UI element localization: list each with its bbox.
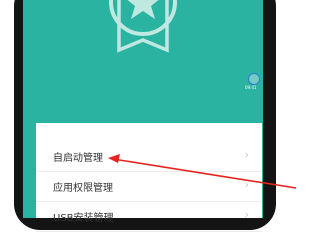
star-medal-icon: [109, 0, 177, 53]
menu-item-autostart[interactable]: 自启动管理 ›: [36, 141, 262, 172]
chevron-right-icon: ›: [244, 148, 249, 161]
menu-item-app-permissions[interactable]: 应用权限管理 ›: [36, 171, 262, 202]
menu-item-label: 自启动管理: [53, 153, 103, 164]
menu-item-label: USB安装管理: [53, 213, 114, 224]
hero-banner: [23, 0, 263, 123]
chevron-right-icon: ›: [244, 178, 249, 191]
floating-ball-icon[interactable]: [248, 73, 260, 85]
menu-item-usb-install[interactable]: USB安装管理 ›: [36, 201, 262, 232]
chevron-right-icon: ›: [244, 208, 249, 221]
menu-item-label: 应用权限管理: [53, 183, 113, 194]
settings-menu: 自启动管理 › 应用权限管理 › USB安装管理 ›: [36, 123, 262, 232]
floating-ball-caption: 09:41: [245, 85, 257, 90]
